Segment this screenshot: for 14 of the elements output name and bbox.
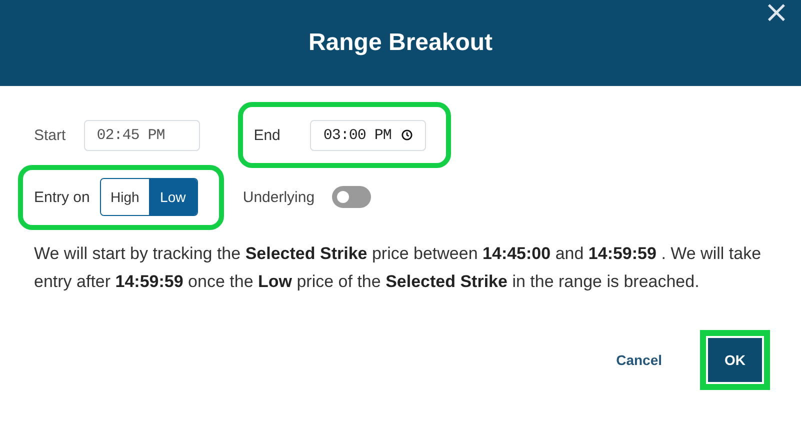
- toggle-switch[interactable]: [332, 186, 371, 208]
- field-label: Entry on: [34, 188, 90, 206]
- dialog-title: Range Breakout: [308, 29, 493, 57]
- field-label: Start: [34, 126, 66, 144]
- field-label: End: [254, 126, 280, 144]
- time-field[interactable]: 03:00 PM: [310, 120, 426, 150]
- ok-button[interactable]: OK: [708, 338, 762, 382]
- cancel-button[interactable]: Cancel: [612, 344, 666, 376]
- time-field[interactable]: 02:45 PM: [84, 120, 200, 150]
- description-text: We will start by tracking the Selected Strike price between 14:45:00 and 14:59:59 . We will take entry after 14:59:59 once the Low price of the Selected Strike in the range is breached.: [34, 243, 762, 293]
- clock-icon: [401, 129, 414, 141]
- toggle-label: Underlying: [242, 188, 315, 206]
- segment-option[interactable]: Low: [148, 179, 197, 215]
- close-button[interactable]: ×: [760, 0, 793, 26]
